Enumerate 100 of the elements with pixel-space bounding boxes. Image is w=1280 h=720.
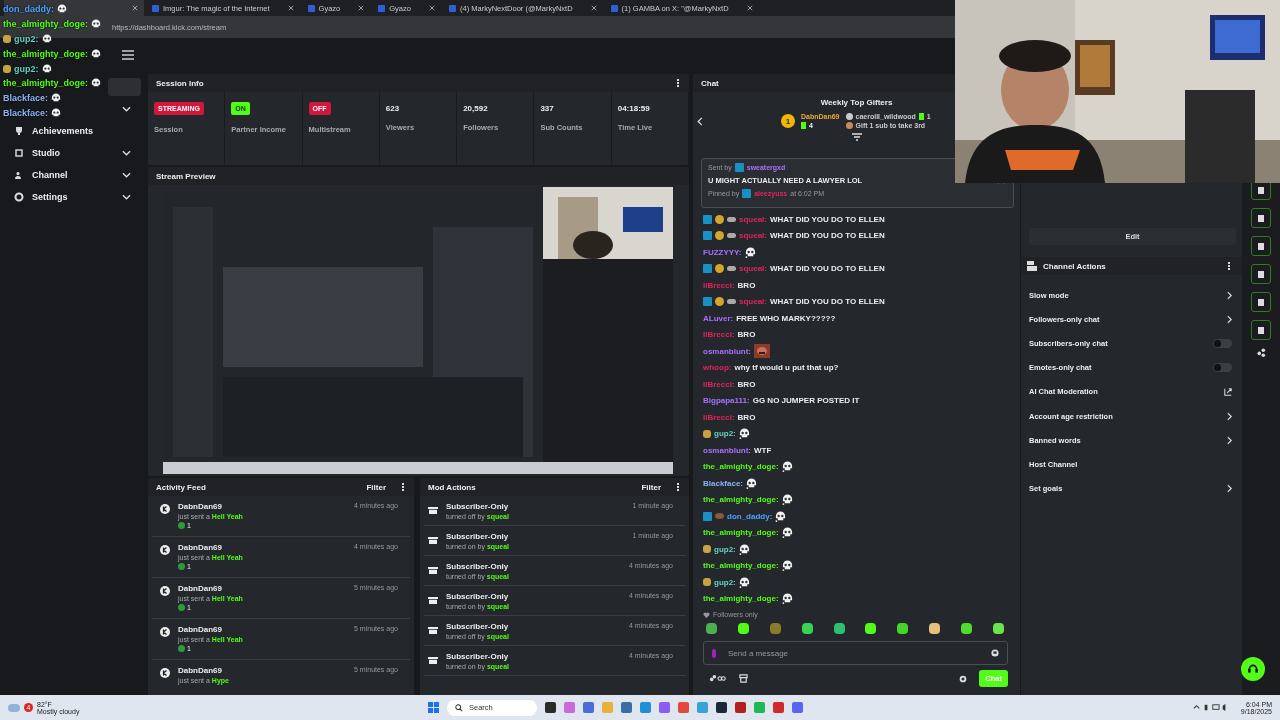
kick-coin-icon [160,627,170,637]
emoji-icon[interactable] [706,623,717,634]
external-link-icon[interactable] [1224,387,1232,396]
username: DabnDan69 [178,584,223,593]
favicon-icon [307,4,315,12]
skull-emote-icon [738,428,750,440]
kick-coin-icon [160,504,170,514]
mod-action-title: Subscriber-Only [446,652,510,661]
emoji-icon[interactable] [992,623,1004,634]
chat-username[interactable]: the_almighty_doge: [703,495,779,505]
chat-username[interactable]: osmanblunt: [703,346,751,356]
toggle-switch[interactable] [1213,363,1232,373]
chat-username[interactable]: the_almighty_doge: [703,594,779,604]
gifters-title: Weekly Top Gifters [820,98,893,107]
moderator-badge [742,189,752,198]
chat-username[interactable]: gup2: [714,544,736,554]
kick-coin-icon [160,668,170,678]
pill-badge [727,216,736,222]
emoji-icon[interactable] [737,623,749,634]
filter-button[interactable]: Filter [366,482,386,492]
chevron-right-icon[interactable] [1227,435,1232,445]
stat-value: 337 [540,103,554,113]
sidebar-item[interactable]: Channel [4,166,141,184]
taskbar-app-icon[interactable] [545,702,556,713]
chat-username[interactable]: the_almighty_doge: [703,561,779,571]
emoji-icon[interactable] [961,623,972,634]
toolbar-button[interactable] [1251,264,1271,284]
chat-username[interactable]: gup2: [714,577,736,587]
panel-title: Mod Actions [428,482,476,492]
mod-action-title: Subscriber-Only [446,562,509,571]
chat-username[interactable]: gup2: [714,429,736,439]
moderator-badge [703,511,712,521]
chevron-down-icon [122,150,131,156]
emoji-icon[interactable] [929,623,941,634]
store-icon[interactable] [739,674,748,683]
points-icon[interactable] [709,674,727,683]
mod-action-title: Subscriber-Only [446,622,509,631]
settings-icon[interactable] [959,674,968,683]
username: DabnDan69 [178,625,223,634]
more-icon[interactable] [675,481,681,493]
collapse-icon[interactable] [851,133,862,141]
bread-badge [703,429,711,438]
windows-start-icon[interactable] [428,702,439,713]
skull-emote-icon [746,477,758,489]
panel-title: Activity Feed [156,482,206,492]
browser-tab[interactable] [4,0,144,16]
bread-badge [703,545,711,554]
taskbar-app-icon[interactable] [716,702,727,713]
emoji-icon[interactable] [801,623,813,634]
chat-username[interactable]: Bigpapa111: [703,396,750,406]
taskbar-app-icon[interactable] [621,702,632,713]
gift-icon [428,594,438,604]
emoji-icon[interactable] [833,623,845,634]
chat-username[interactable]: FUZZYYY: [703,247,742,257]
toolbar-button[interactable] [1251,292,1271,312]
toolbar-button[interactable] [1251,236,1271,256]
search-icon [455,703,463,712]
chat-message: FREE WHO MARKY????? [736,313,836,323]
pill-badge [727,299,736,305]
stat-value: 623 [385,103,400,113]
chat-username[interactable]: the_almighty_doge: [703,462,779,472]
overlay-chat-user: don_daddy: [3,4,54,15]
emoji-icon[interactable] [897,623,909,634]
menu-item-icon [14,148,24,158]
chevron-down-icon [122,172,131,178]
stat-value: 20,592 [463,103,488,113]
chevron-right-icon[interactable] [1227,290,1232,300]
skull-emote-icon [781,461,793,473]
chat-username[interactable]: don_daddy: [727,511,773,521]
toolbar-button[interactable] [1251,208,1271,228]
more-icon[interactable] [1226,260,1232,272]
more-icon[interactable] [400,481,406,493]
filter-button[interactable]: Filter [641,482,661,492]
chat-username[interactable]: osmanblunt: [703,445,751,455]
favicon-icon [610,4,618,12]
more-icon[interactable] [675,77,681,89]
taskbar-app-icon[interactable] [735,702,746,713]
chevron-right-icon[interactable] [1227,314,1232,324]
chat-message: BRO [737,330,756,340]
bread-badge [703,578,711,587]
chat-message: BRO [737,412,756,422]
toolbar-button[interactable] [1251,320,1271,340]
chevron-right-icon[interactable] [1227,484,1232,494]
toggle-switch[interactable] [1213,338,1232,348]
overlay-chat-user: Blackface: [3,107,49,118]
message-input[interactable]: Send a message [703,641,1008,665]
sidebar-item[interactable]: Studio [4,144,141,162]
chevron-left-icon[interactable] [697,117,703,126]
sidebar-item[interactable]: Settings [4,188,141,206]
chat-username[interactable]: ALuver: [703,313,734,323]
chat-username[interactable]: Blackface: [703,478,744,488]
dots-icon[interactable] [1256,348,1266,357]
emoji-icon[interactable] [991,649,999,657]
menu-icon[interactable] [122,50,134,60]
emoji-icon[interactable] [865,623,877,634]
skull-emote-icon [41,63,52,74]
chevron-down-icon [122,194,131,200]
chat-username[interactable]: the_almighty_doge: [703,528,779,538]
chevron-right-icon[interactable] [1227,411,1232,421]
sidebar-item[interactable]: Achievements [4,122,141,140]
